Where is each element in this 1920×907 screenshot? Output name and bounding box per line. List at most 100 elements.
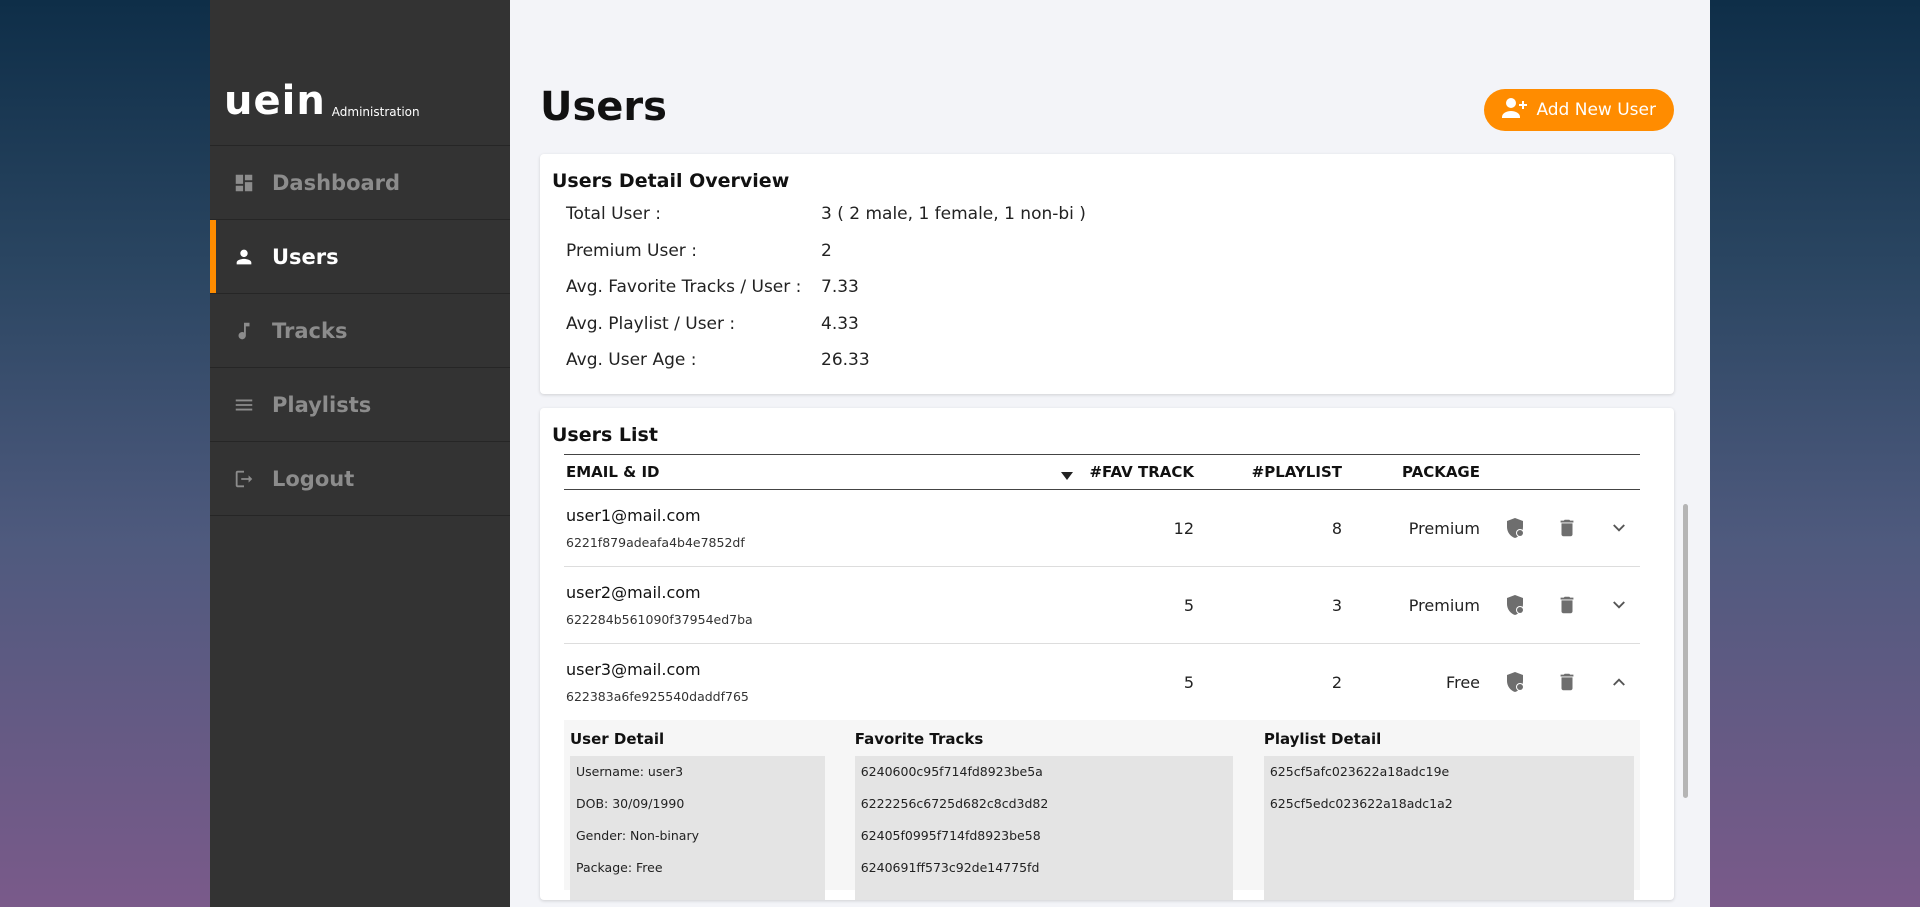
playlist-detail-title: Playlist Detail <box>1263 730 1382 748</box>
list-icon <box>232 393 256 417</box>
sidebar-item-label: Users <box>272 244 339 269</box>
playlist-id: 625cf5edc023622a18adc1a2 <box>1269 796 1453 811</box>
overview-value: 26.33 <box>821 350 870 371</box>
track-id: 6222256c6725d682c8cd3d82 <box>860 796 1049 811</box>
user-icon <box>232 245 256 269</box>
overview-value: 2 <box>821 240 832 261</box>
overview-label: Avg. Playlist / User : <box>566 313 736 334</box>
playlist-count: 8 <box>1331 518 1342 538</box>
user-detail-panel: User Detail Username: user3 DOB: 30/09/1… <box>564 720 1640 900</box>
sidebar-item-label: Playlists <box>272 392 372 417</box>
favorite-tracks-title: Favorite Tracks <box>854 730 984 748</box>
overview-value: 3 ( 2 male, 1 female, 1 non-bi ) <box>821 204 1086 225</box>
fav-count: 5 <box>1183 672 1194 692</box>
playlist-detail-box: 625cf5afc023622a18adc19e 625cf5edc023622… <box>1263 756 1634 900</box>
table-row[interactable]: user1@mail.com 6221f879adeafa4b4e7852df 1… <box>564 490 1640 567</box>
col-email-id[interactable]: EMAIL & ID <box>564 463 1073 481</box>
track-id: 6240691ff573c92de14775fd <box>860 860 1040 875</box>
sidebar-item-label: Tracks <box>272 318 348 343</box>
col-package[interactable]: PACKAGE <box>1342 463 1480 481</box>
overview-value: 4.33 <box>821 313 859 334</box>
user-id: 6221f879adeafa4b4e7852df <box>566 535 745 550</box>
overview-row: Avg. Playlist / User : 4.33 <box>552 306 1662 343</box>
overview-label: Avg. Favorite Tracks / User : <box>566 277 802 298</box>
table-header: EMAIL & ID #FAV TRACK #PLAYLIST PACKAGE <box>564 454 1640 490</box>
chevron-down-icon[interactable] <box>1606 592 1632 618</box>
detail-item: DOB: 30/09/1990 <box>576 796 685 811</box>
col-playlist[interactable]: #PLAYLIST <box>1194 463 1342 481</box>
col-label: EMAIL & ID <box>566 463 660 481</box>
fav-count: 12 <box>1173 518 1194 538</box>
playlist-detail-column: Playlist Detail 625cf5afc023622a18adc19e… <box>1263 730 1634 900</box>
overview-title: Users Detail Overview <box>552 170 790 192</box>
overview-row: Avg. User Age : 26.33 <box>552 342 1662 379</box>
package-value: Free <box>1446 672 1480 692</box>
detail-item: Package: Free <box>576 860 663 875</box>
users-list-title: Users List <box>552 424 658 446</box>
user-email: user3@mail.com <box>566 660 701 679</box>
add-user-button[interactable]: Add New User <box>1484 89 1674 131</box>
admin-shield-icon[interactable] <box>1502 592 1528 618</box>
package-value: Premium <box>1408 595 1480 615</box>
sort-down-icon[interactable] <box>1060 467 1074 485</box>
overview-row: Total User : 3 ( 2 male, 1 female, 1 non-… <box>552 196 1662 233</box>
detail-item: Username: user3 <box>576 764 684 779</box>
sidebar-item-tracks[interactable]: Tracks <box>210 294 510 368</box>
users-overview-card: Users Detail Overview Total User : 3 ( 2 … <box>540 154 1674 394</box>
add-user-icon <box>1502 97 1528 124</box>
playlist-id: 625cf5afc023622a18adc19e <box>1269 764 1450 779</box>
users-list-card: Users List EMAIL & ID #FAV TRACK #PLAYLI… <box>540 408 1674 900</box>
playlist-count: 3 <box>1331 595 1342 615</box>
logo-subtitle: Administration <box>331 105 420 119</box>
user-email: user1@mail.com <box>566 506 701 525</box>
overview-row: Premium User : 2 <box>552 233 1662 270</box>
overview-label: Total User : <box>566 204 661 225</box>
user-detail-box: Username: user3 DOB: 30/09/1990 Gender: … <box>570 756 825 900</box>
favorite-tracks-box: 6240600c95f714fd8923be5a 6222256c6725d68… <box>854 756 1233 900</box>
chevron-down-icon[interactable] <box>1606 515 1632 541</box>
app-shell: uein Administration Dashboard Users Trac… <box>210 0 1710 907</box>
logo: uein Administration <box>210 0 510 146</box>
sidebar-item-dashboard[interactable]: Dashboard <box>210 146 510 220</box>
track-id: 6240600c95f714fd8923be5a <box>860 764 1043 779</box>
favorite-tracks-column: Favorite Tracks 6240600c95f714fd8923be5a… <box>854 730 1233 900</box>
add-user-label: Add New User <box>1536 100 1656 120</box>
dashboard-icon <box>232 171 256 195</box>
user-detail-title: User Detail <box>570 730 665 748</box>
overview-row: Avg. Favorite Tracks / User : 7.33 <box>552 269 1662 306</box>
music-note-icon <box>232 319 256 343</box>
col-fav-track[interactable]: #FAV TRACK <box>1064 463 1194 481</box>
delete-icon[interactable] <box>1554 515 1580 541</box>
overview-label: Avg. User Age : <box>566 350 697 371</box>
detail-item: Gender: Non-binary <box>576 828 699 843</box>
sidebar: uein Administration Dashboard Users Trac… <box>210 0 510 907</box>
overview-value: 7.33 <box>821 277 859 298</box>
sidebar-item-logout[interactable]: Logout <box>210 442 510 516</box>
sidebar-item-label: Dashboard <box>272 170 401 195</box>
admin-shield-icon[interactable] <box>1502 515 1528 541</box>
admin-shield-icon[interactable] <box>1502 669 1528 695</box>
playlist-count: 2 <box>1331 672 1342 692</box>
user-detail-column: User Detail Username: user3 DOB: 30/09/1… <box>570 730 825 900</box>
fav-count: 5 <box>1183 595 1194 615</box>
users-table-body: user1@mail.com 6221f879adeafa4b4e7852df 1… <box>564 490 1640 900</box>
user-id: 622383a6fe925540daddf765 <box>566 689 749 704</box>
logout-icon <box>232 467 256 491</box>
delete-icon[interactable] <box>1554 669 1580 695</box>
delete-icon[interactable] <box>1554 592 1580 618</box>
sidebar-item-playlists[interactable]: Playlists <box>210 368 510 442</box>
user-email: user2@mail.com <box>566 583 701 602</box>
main-content: Users Add New User Users Detail Overview… <box>510 0 1710 907</box>
table-row[interactable]: user2@mail.com 622284b561090f37954ed7ba 5… <box>564 567 1640 644</box>
sidebar-item-label: Logout <box>272 466 355 491</box>
user-id: 622284b561090f37954ed7ba <box>566 612 753 627</box>
table-row[interactable]: user3@mail.com 622383a6fe925540daddf765 5… <box>564 644 1640 720</box>
track-id: 62405f0995f714fd8923be58 <box>860 828 1041 843</box>
logo-mark: uein <box>224 78 326 124</box>
sidebar-item-users[interactable]: Users <box>210 220 510 294</box>
package-value: Premium <box>1408 518 1480 538</box>
overview-label: Premium User : <box>566 240 697 261</box>
page-title: Users <box>540 84 667 130</box>
table-scrollbar[interactable] <box>1683 504 1688 798</box>
chevron-up-icon[interactable] <box>1606 669 1632 695</box>
